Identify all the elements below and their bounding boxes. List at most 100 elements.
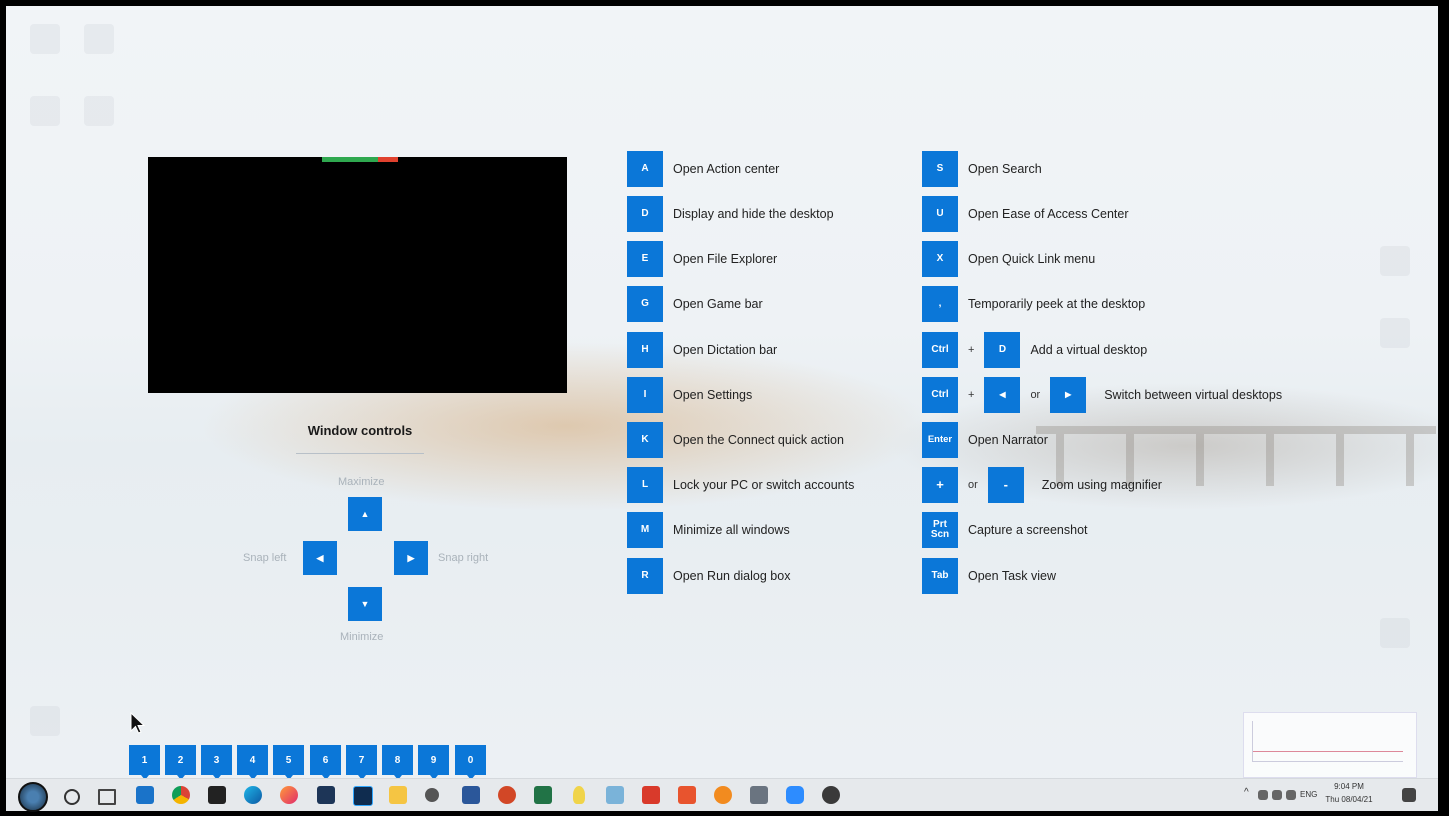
shortcut-desc: Open Ease of Access Center [968,207,1129,221]
window-controls-divider [296,453,424,454]
search-icon[interactable] [64,789,80,805]
desktop-icon[interactable] [20,706,70,756]
powerpoint-icon[interactable] [498,786,516,804]
battery-icon[interactable] [1272,790,1282,800]
shortcut-tab: Tab Open Task view [922,558,1056,594]
taskbar-number-badge: 5 [273,745,304,780]
settings-gear-icon[interactable] [425,788,439,802]
shortcut-desc: Open Action center [673,162,780,176]
shortcut-x: X Open Quick Link menu [922,241,1095,277]
key-s: S [922,151,958,187]
taskbar-number-badge: 1 [129,745,160,780]
desktop-icon[interactable] [20,24,70,74]
shortcut-e: E Open File Explorer [627,241,777,277]
key-a: A [627,151,663,187]
desktop-icon[interactable] [20,96,70,146]
shortcut-desc: Open Dictation bar [673,343,778,357]
shortcut-desc: Open Settings [673,388,753,402]
shortcut-desc: Temporarily peek at the desktop [968,297,1146,311]
key-left-arrow: ◀ [984,377,1021,413]
zoom-icon[interactable] [786,786,804,804]
key-plus: + [922,467,958,503]
taskbar: ^ ENG 9:04 PM Thu 08/04/21 [6,778,1438,812]
shortcut-u: U Open Ease of Access Center [922,196,1129,232]
shortcut-d: D Display and hide the desktop [627,196,834,232]
terminal-icon[interactable] [208,786,226,804]
key-ctrl: Ctrl [922,332,958,368]
shortcut-desc: Display and hide the desktop [673,207,834,221]
shortcut-desc: Open Quick Link menu [968,252,1096,266]
clock-date[interactable]: Thu 08/04/21 [1318,795,1380,804]
photoshop-icon[interactable] [353,786,373,806]
snap-right-label: Snap right [438,552,489,564]
app-icon[interactable] [642,786,660,804]
key-ctrl: Ctrl [922,377,958,413]
key-h: H [627,332,663,368]
plus-sign: + [968,344,975,356]
clock-time[interactable]: 9:04 PM [1324,782,1374,791]
outlook-icon[interactable] [136,786,154,804]
shortcut-h: H Open Dictation bar [627,332,777,368]
notification-icon[interactable] [1402,788,1416,802]
mouse-cursor-icon [130,712,146,734]
shortcut-desc: Capture a screenshot [968,523,1088,537]
language-indicator[interactable]: ENG [1300,790,1317,799]
shortcut-ctrl-d: Ctrl + D Add a virtual desktop [922,332,1147,368]
firefox-icon[interactable] [280,786,298,804]
desktop-icon[interactable] [74,96,124,146]
desktop-icon[interactable] [74,24,124,74]
key-i: I [627,377,663,413]
chrome-icon[interactable] [172,786,190,804]
key-d: D [984,332,1021,368]
calculator-icon[interactable] [750,786,768,804]
shortcut-desc: Open Narrator [968,433,1048,447]
shortcut-desc: Open Game bar [673,297,763,311]
taskbar-number-badge: 7 [346,745,377,780]
app-icon[interactable] [714,786,732,804]
key-e: E [627,241,663,277]
shortcut-zoom: + or - Zoom using magnifier [922,467,1162,503]
desktop-icon[interactable] [1370,318,1420,368]
key-minus: - [987,467,1024,503]
shortcut-desc: Minimize all windows [673,523,790,537]
lightbulb-icon[interactable] [573,786,585,804]
mini-window-thumbnail[interactable] [1243,712,1417,778]
key-l: L [627,467,663,503]
shortcut-l: L Lock your PC or switch accounts [627,467,854,503]
snap-left-key: ◀ [303,541,337,575]
preview-titlebar-close [378,157,398,162]
taskbar-number-badge: 8 [382,745,413,780]
file-explorer-icon[interactable] [389,786,407,804]
app-icon[interactable] [317,786,335,804]
word-icon[interactable] [462,786,480,804]
plus-sign: + [968,389,975,401]
volume-icon[interactable] [1286,790,1296,800]
shortcut-desc: Zoom using magnifier [1041,478,1162,492]
shortcut-r: R Open Run dialog box [627,558,790,594]
office-icon[interactable] [678,786,696,804]
desktop-icon[interactable] [1370,618,1420,668]
app-icon[interactable] [606,786,624,804]
excel-icon[interactable] [534,786,552,804]
key-k: K [627,422,663,458]
desktop-icon[interactable] [1370,246,1420,296]
maximize-label: Maximize [338,476,385,488]
key-r: R [627,558,663,594]
app-icon[interactable] [822,786,840,804]
shortcut-prtscn: Prt Scn Capture a screenshot [922,512,1088,548]
shortcut-enter: Enter Open Narrator [922,422,1048,458]
window-preview [148,157,567,393]
taskbar-number-badge: 3 [201,745,232,780]
task-view-icon[interactable] [98,789,116,805]
taskbar-number-badge: 6 [310,745,341,780]
taskbar-number-badge: 9 [418,745,449,780]
shortcut-desc: Open Task view [968,569,1057,583]
shortcut-desc: Lock your PC or switch accounts [673,478,855,492]
tray-chevron-icon[interactable]: ^ [1244,787,1249,798]
shortcut-desc: Open Search [968,162,1042,176]
network-icon[interactable] [1258,790,1268,800]
edge-icon[interactable] [244,786,262,804]
key-u: U [922,196,958,232]
minimize-label: Minimize [340,631,384,643]
start-button-icon[interactable] [18,782,48,812]
